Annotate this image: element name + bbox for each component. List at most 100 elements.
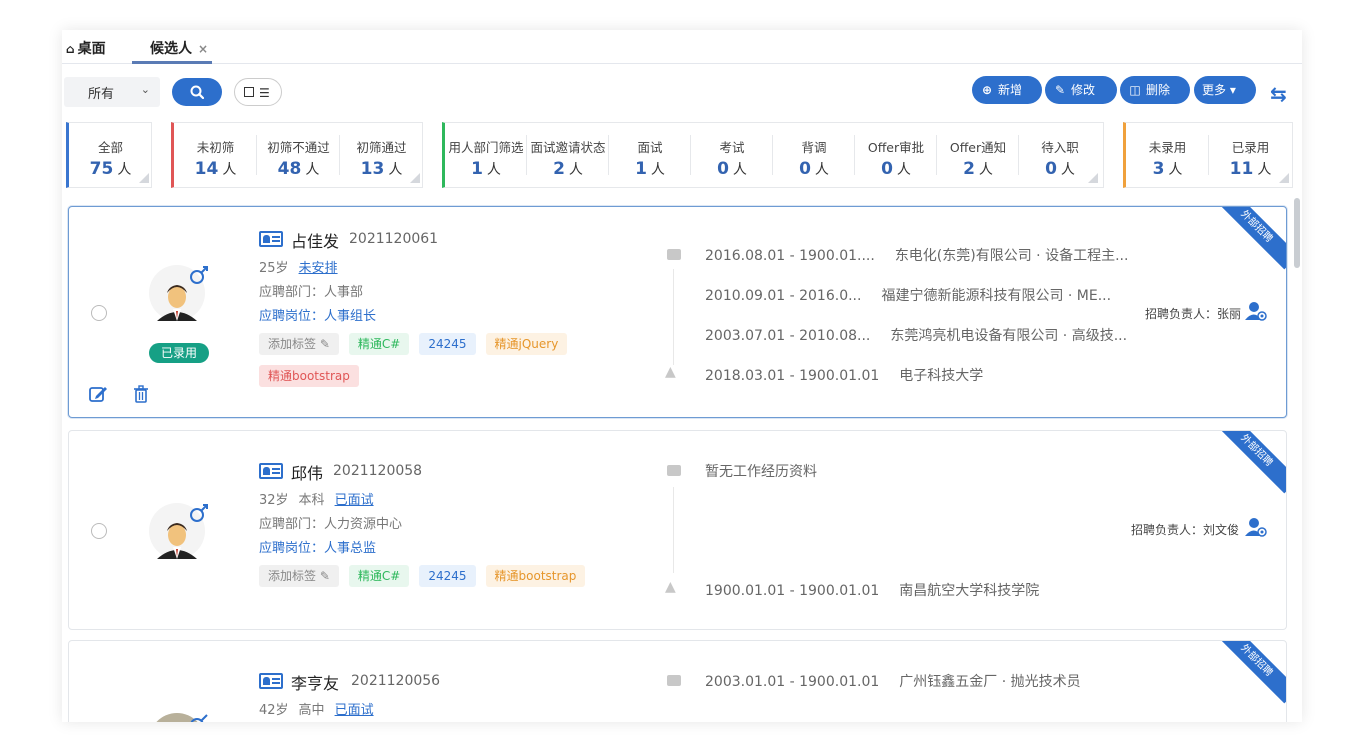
home-icon: ⌂ — [66, 42, 75, 56]
stat-process[interactable]: 面试邀请状态 2 人 — [527, 123, 609, 187]
stat-result[interactable]: 未录用 3 人 — [1126, 123, 1209, 187]
candidate-status-link[interactable]: 未安排 — [299, 261, 338, 276]
corner-mark — [139, 173, 149, 183]
stats-all-group: 全部 75 人 — [66, 122, 152, 188]
edit-icon[interactable] — [89, 385, 109, 403]
candidate-age: 42岁 — [259, 703, 289, 718]
tag: 精通C# — [348, 333, 410, 355]
stat-unit: 人 — [650, 162, 665, 178]
stat-label: 面试 — [637, 140, 663, 155]
briefcase-icon — [667, 465, 681, 476]
stat-count: 3 — [1152, 159, 1165, 179]
stat-label: Offer通知 — [949, 140, 1007, 155]
stat-count: 1 — [471, 159, 483, 179]
stat-all[interactable]: 全部 75 人 — [69, 123, 152, 187]
stat-count: 14 — [194, 159, 219, 179]
stat-result[interactable]: 已录用 11 人 — [1209, 123, 1292, 187]
delete-button-label: 删除 — [1146, 83, 1171, 97]
candidate-name[interactable]: 邱伟 — [291, 460, 323, 484]
candidate-education: 本科 — [298, 493, 325, 508]
tag-list: 添加标签 ✎ 精通C# 24245 精通jQuery — [259, 333, 577, 355]
stat-process[interactable]: 用人部门筛选 1 人 — [445, 123, 527, 187]
candidate-name[interactable]: 占佳发 — [291, 228, 339, 252]
stat-process[interactable]: Offer审批 0 人 — [855, 123, 937, 187]
stat-label: 待入职 — [1041, 140, 1079, 155]
status-badge: 已录用 — [149, 343, 209, 363]
search-button[interactable] — [172, 78, 222, 106]
more-button[interactable]: 更多 ▾ — [1194, 76, 1256, 104]
swap-icon[interactable]: ⇆ — [1270, 82, 1287, 106]
candidate-status-link[interactable]: 已面试 — [335, 703, 374, 718]
more-button-label: 更多 — [1202, 83, 1227, 97]
candidate-status-link[interactable]: 已面试 — [335, 493, 374, 508]
candidate-meta: 25岁 未安排 — [259, 257, 338, 276]
tab-candidates[interactable]: 候选人 × — [150, 38, 208, 58]
trash-icon[interactable] — [133, 385, 149, 403]
add-tag-button[interactable]: 添加标签 ✎ — [259, 565, 339, 587]
stat-label: 背调 — [801, 140, 827, 155]
user-settings-icon[interactable] — [1245, 301, 1267, 321]
stat-screening[interactable]: 未初筛 14 人 — [174, 123, 257, 187]
tag-list-row2: 精通bootstrap — [259, 365, 369, 387]
select-radio[interactable] — [91, 305, 107, 321]
tag: 24245 — [419, 565, 476, 587]
tab-home-label: 桌面 — [77, 41, 106, 57]
filter-select-value: 所有 — [88, 87, 115, 102]
work-entry: 2016.08.01 - 1900.01.... 东电化(东莞)有限公司 · 设备… — [705, 248, 1129, 264]
candidate-id: 2021120061 — [349, 231, 439, 247]
stat-count: 1 — [635, 159, 647, 179]
stat-label: 未录用 — [1148, 140, 1187, 155]
stat-count: 0 — [717, 159, 729, 179]
candidate-dept: 应聘部门：人力资源中心 — [259, 517, 403, 532]
stat-screening[interactable]: 初筛不通过 48 人 — [257, 123, 340, 187]
add-tag-button[interactable]: 添加标签 ✎ — [259, 333, 339, 355]
stat-process[interactable]: 背调 0 人 — [773, 123, 855, 187]
ribbon-badge: 外部招聘 — [1213, 641, 1286, 704]
advanced-filter-button[interactable]: ☰ — [234, 78, 282, 106]
stat-unit: 人 — [814, 162, 829, 178]
education-entry: 1900.01.01 - 1900.01.01 南昌航空大学科技学院 — [705, 583, 1040, 599]
stat-count: 75 — [89, 159, 114, 179]
avatar — [149, 265, 208, 321]
scrollbar[interactable] — [1294, 198, 1300, 268]
candidate-card[interactable]: 外部招聘 李亨友 2021120056 42岁 高中 已面试 2003.01.01 … — [68, 640, 1287, 722]
candidate-post: 应聘岗位：人事总监 — [259, 541, 377, 556]
select-radio[interactable] — [91, 523, 107, 539]
active-tab-indicator — [132, 61, 212, 64]
candidate-card[interactable]: 外部招聘 已录用 占佳发 2021120061 25岁 未安排 应聘部门：人事部… — [68, 206, 1287, 418]
delete-button[interactable]: ◫ 删除 — [1120, 76, 1190, 104]
stat-process[interactable]: 待入职 0 人 — [1019, 123, 1101, 187]
trash-icon: ◫ — [1129, 83, 1141, 97]
stats-result-group: 未录用 3 人 已录用 11 人 — [1123, 122, 1293, 188]
app-frame: ⌂ 桌面 候选人 × 所有 ⌄ ☰ ⊕ 新增 ✎ 修改 ◫ 删除 更多 ▾ ⇆ 全 — [62, 30, 1302, 722]
edit-button[interactable]: ✎ 修改 — [1045, 76, 1117, 104]
stat-screening[interactable]: 初筛通过 13 人 — [340, 123, 423, 187]
tab-home[interactable]: ⌂ 桌面 — [66, 38, 106, 58]
stat-unit: 人 — [486, 162, 501, 178]
candidate-name[interactable]: 李亨友 — [291, 670, 339, 694]
work-entry: 2010.09.01 - 2016.0... 福建宁德新能源科技有限公司 · ME… — [705, 288, 1112, 304]
stat-process[interactable]: 面试 1 人 — [609, 123, 691, 187]
stats-process-group: 用人部门筛选 1 人 面试邀请状态 2 人 面试 1 人 考试 0 人 背调 0 人 Offer审批… — [442, 122, 1104, 188]
graduation-cap-icon: ▲ — [665, 364, 676, 380]
stat-label: 面试邀请状态 — [530, 140, 606, 155]
recruiter-label: 招聘负责人：刘文俊 — [1131, 523, 1240, 537]
candidate-card[interactable]: 外部招聘 邱伟 2021120058 32岁 本科 已面试 应聘部门：人力资源中心 … — [68, 430, 1287, 630]
stat-unit: 人 — [305, 162, 320, 178]
ribbon-badge: 外部招聘 — [1213, 207, 1286, 270]
edit-icon: ✎ — [1054, 83, 1066, 97]
stat-process[interactable]: Offer通知 2 人 — [937, 123, 1019, 187]
stat-unit: 人 — [568, 162, 583, 178]
tab-bar: ⌂ 桌面 候选人 × — [62, 30, 1302, 64]
candidate-age: 32岁 — [259, 493, 289, 508]
user-settings-icon[interactable] — [1245, 517, 1267, 537]
toolbar: 所有 ⌄ ☰ ⊕ 新增 ✎ 修改 ◫ 删除 更多 ▾ ⇆ — [62, 74, 1302, 110]
add-button[interactable]: ⊕ 新增 — [972, 76, 1042, 104]
stat-unit: 人 — [1060, 162, 1075, 178]
id-card-icon — [259, 463, 283, 479]
close-icon[interactable]: × — [198, 42, 208, 56]
chevron-down-icon: ⌄ — [140, 83, 150, 96]
stat-process[interactable]: 考试 0 人 — [691, 123, 773, 187]
filter-select[interactable]: 所有 ⌄ — [64, 77, 160, 107]
add-button-label: 新增 — [998, 83, 1023, 97]
